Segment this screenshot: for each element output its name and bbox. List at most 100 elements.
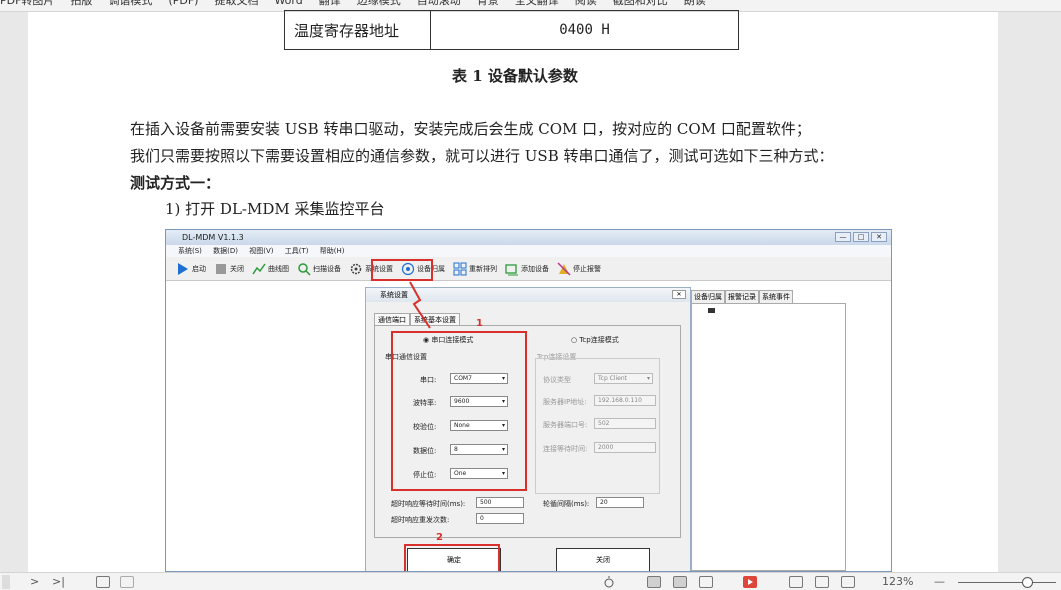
scroll-handle[interactable] — [2, 575, 10, 589]
chart-icon — [252, 263, 266, 274]
topbar-item[interactable]: 背景 — [477, 0, 499, 7]
fit-page-icon[interactable] — [815, 576, 829, 588]
table-caption: 表 1 设备默认参数 — [452, 67, 578, 85]
close-icon: ✕ — [871, 232, 887, 242]
zoom-slider[interactable] — [958, 582, 1056, 583]
table-cell-value: 0400 H — [559, 22, 610, 38]
document-page: 温度寄存器地址 0400 H 表 1 设备默认参数 在插入设备前需要安装 USB… — [28, 10, 998, 572]
app-toolbar: 启动 关闭 曲线图 扫描设备 系统设置 设备归属 重新排列 添加设备 停止报警 — [166, 257, 891, 281]
topbar-item[interactable]: 全文翻译 — [515, 0, 559, 7]
toolbar-add-device: 添加设备 — [505, 262, 549, 276]
menu-tools: 工具(T) — [284, 247, 309, 255]
embedded-app-screenshot: DL-MDM V1.1.3 — □ ✕ 系统(S) 数据(D) 视图(V) 工具… — [165, 229, 892, 572]
app-titlebar: DL-MDM V1.1.3 — □ ✕ — [166, 230, 891, 245]
table-row: 温度寄存器地址 0400 H — [285, 11, 738, 49]
toolbar-start: 启动 — [176, 262, 206, 276]
window-buttons: — □ ✕ — [835, 232, 887, 242]
server-ip-label: 服务器IP地址: — [543, 398, 587, 406]
topbar-item[interactable]: PDF转图片 — [0, 0, 54, 7]
menu-view: 视图(V) — [249, 247, 274, 255]
toolbar-chart: 曲线图 — [252, 262, 289, 276]
wait-time-label: 连接等待时间: — [543, 445, 588, 453]
toolbar-stop: 关闭 — [214, 262, 244, 276]
grid-icon — [453, 262, 467, 275]
right-tabs: 设备归属 报警记录 系统事件 — [691, 290, 793, 304]
book-view-icon[interactable] — [699, 576, 713, 588]
menu-data: 数据(D) — [213, 247, 238, 255]
highlight-settings-box — [371, 259, 433, 281]
step-1: 1) 打开 DL-MDM 采集监控平台 — [165, 200, 385, 218]
reader-statusbar: > >| 123% — — [0, 572, 1061, 590]
fit-width-icon[interactable] — [841, 576, 855, 588]
last-page-button[interactable]: >| — [52, 575, 65, 589]
tcp-mode-radio: ○ Tcp连接模式 — [571, 336, 619, 344]
eye-protection-icon[interactable] — [600, 575, 618, 589]
toolbar-scan: 扫描设备 — [297, 262, 341, 276]
wait-time-input: 2000 — [594, 442, 656, 453]
play-icon[interactable] — [742, 575, 758, 589]
server-port-input: 502 — [594, 418, 656, 429]
arrow-icon — [409, 281, 431, 329]
single-page-icon[interactable] — [647, 576, 661, 588]
play-icon — [178, 262, 188, 275]
timeout-input: 500 — [476, 497, 524, 508]
gear-icon — [350, 263, 362, 274]
server-port-label: 服务器端口号: — [543, 421, 588, 429]
topbar-item[interactable]: 朗读 — [684, 0, 706, 7]
marker-2: 2 — [436, 532, 443, 543]
topbar-item[interactable]: 拍版 — [70, 0, 92, 7]
topbar-item[interactable]: 翻译 — [319, 0, 341, 7]
close-button: 关闭 — [556, 548, 650, 571]
topbar-item[interactable]: (PDF) — [168, 0, 198, 7]
topbar-item[interactable]: 调谐模式 — [108, 0, 152, 7]
timeout-label: 超时响应等待时间(ms): — [391, 500, 466, 508]
paragraph-1: 在插入设备前需要安装 USB 转串口驱动，安装完成后会生成 COM 口，按对应的… — [130, 120, 811, 138]
dialog-title: 系统设置 — [380, 291, 408, 299]
toolbar-stop-alarm: 停止报警 — [557, 261, 601, 276]
close-icon: ✕ — [672, 290, 686, 299]
actual-size-icon[interactable] — [789, 576, 803, 588]
topbar-item[interactable]: Word — [274, 0, 302, 7]
poll-input: 20 — [596, 497, 644, 508]
right-panel: 设备归属 报警记录 系统事件 — [689, 288, 891, 571]
topbar-item[interactable]: 截图和对比 — [613, 0, 668, 7]
stop-icon — [216, 263, 226, 274]
paragraph-2: 我们只需要按照以下需要设置相应的通信参数，就可以进行 USB 转串口通信了，测试… — [130, 147, 834, 165]
search-icon — [298, 262, 311, 276]
tab-system-events: 系统事件 — [759, 290, 793, 304]
highlight-serial-box — [391, 331, 527, 491]
minimize-icon: — — [835, 232, 851, 242]
folder-icon — [708, 308, 715, 313]
server-ip-input: 192.168.0.110 — [594, 395, 656, 406]
continuous-page-icon[interactable] — [673, 576, 687, 588]
next-document-icon[interactable] — [120, 576, 134, 588]
topbar-item[interactable]: 阅读 — [575, 0, 597, 7]
device-tree — [691, 303, 846, 571]
alarm-off-icon — [557, 261, 571, 276]
menu-system: 系统(S) — [178, 247, 202, 255]
table-cell-label: 温度寄存器地址 — [285, 11, 431, 49]
zoom-level[interactable]: 123% — [882, 575, 913, 589]
app-menubar: 系统(S) 数据(D) 视图(V) 工具(T) 帮助(H) — [166, 245, 891, 257]
tab-device-owner: 设备归属 — [691, 290, 725, 304]
add-device-icon — [505, 263, 518, 275]
protocol-label: 协议类型 — [543, 376, 571, 384]
app-title: DL-MDM V1.1.3 — [182, 233, 244, 242]
retry-label: 超时响应重发次数: — [391, 516, 450, 524]
prev-document-icon[interactable] — [96, 576, 110, 588]
topbar-item[interactable]: 自动滚动 — [417, 0, 461, 7]
next-page-button[interactable]: > — [30, 575, 39, 589]
tab-alarm-log: 报警记录 — [725, 290, 759, 304]
zoom-out-button[interactable]: — — [934, 575, 945, 589]
marker-1: 1 — [476, 318, 483, 329]
toolbar-rearrange: 重新排列 — [453, 262, 497, 276]
highlight-ok-box — [404, 544, 500, 571]
menu-help: 帮助(H) — [319, 247, 345, 255]
zoom-slider-knob[interactable] — [1022, 577, 1033, 588]
topbar-item[interactable]: 提取文档 — [214, 0, 258, 7]
maximize-icon: □ — [853, 232, 869, 242]
topbar-item[interactable]: 边缘模式 — [357, 0, 401, 7]
protocol-select: Tcp Client — [594, 373, 653, 384]
section-heading: 测试方式一： — [130, 174, 221, 192]
retry-input: 0 — [476, 513, 524, 524]
